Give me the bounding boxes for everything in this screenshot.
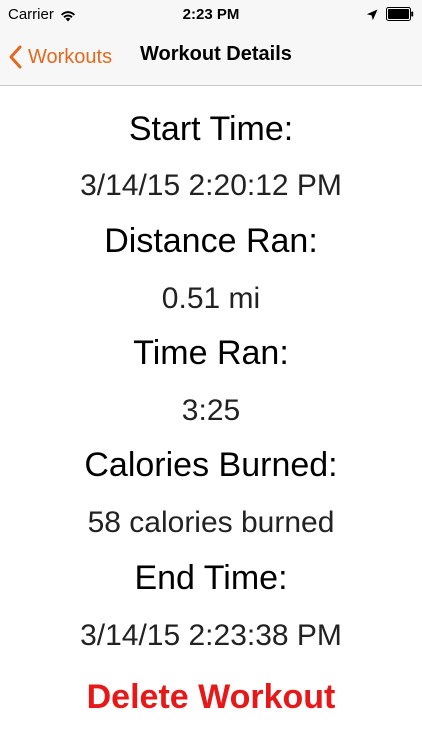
start-time-label: Start Time:: [128, 110, 294, 148]
end-time-label: End Time:: [134, 559, 288, 597]
calories-value: 58 calories burned: [87, 506, 335, 539]
status-bar: Carrier 2:23 PM: [0, 0, 422, 30]
back-button[interactable]: Workouts: [8, 40, 112, 74]
distance-value: 0.51 mi: [161, 282, 261, 315]
workout-details-screen: Carrier 2:23 PM Workouts Workout Details…: [0, 0, 422, 750]
page-title: Workout Details: [140, 43, 292, 65]
delete-workout-button[interactable]: Delete Workout: [0, 678, 422, 717]
status-time: 2:23 PM: [182, 6, 240, 23]
battery-icon: [386, 7, 414, 21]
time-ran-value: 3:25: [181, 394, 241, 427]
calories-label: Calories Burned:: [84, 446, 338, 484]
back-button-label: Workouts: [28, 45, 113, 68]
navigation-bar: Workouts Workout Details: [0, 30, 422, 86]
time-ran-label: Time Ran:: [133, 334, 289, 372]
workout-details: Start Time: 3/14/15 2:20:12 PM Distance …: [0, 86, 422, 750]
end-time-value: 3/14/15 2:23:38 PM: [80, 619, 342, 652]
distance-label: Distance Ran:: [104, 222, 318, 260]
status-right: [366, 7, 414, 21]
start-time-value: 3/14/15 2:20:12 PM: [80, 169, 342, 202]
chevron-left-icon: [8, 45, 22, 69]
location-arrow-icon: [366, 8, 378, 21]
